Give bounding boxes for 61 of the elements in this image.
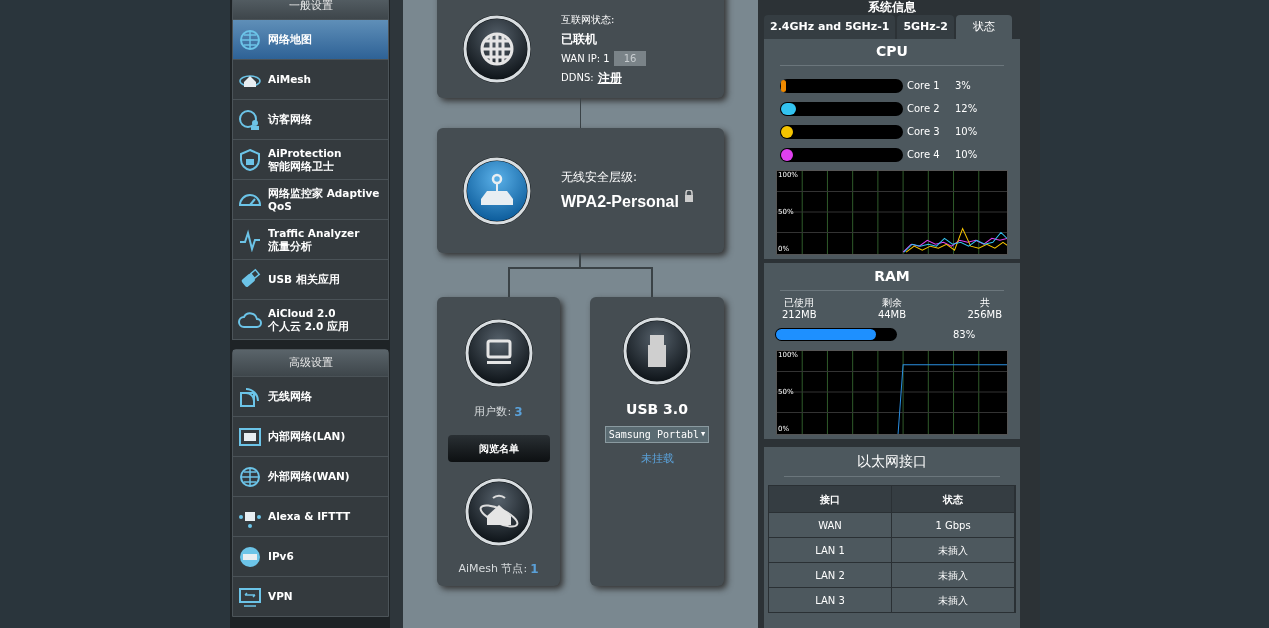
table-cell: LAN 1 [769,538,892,562]
ram-stat-label: 已使用 [784,297,815,309]
core-percent: 10% [955,125,978,139]
ram-stat-label: 剩余 [882,297,902,309]
aimesh-count: 1 [530,561,539,578]
tab[interactable]: 5GHz-2 [897,15,954,39]
security-label: 无线安全层级: [561,168,639,186]
lock-icon [683,189,694,202]
section-title: RAM [780,263,1004,291]
usb-title: USB 3.0 [626,400,688,419]
globe-icon [238,464,262,489]
section-header: 高级设置 [233,350,388,376]
ram-percent: 83% [953,328,976,342]
clients-label: 用户数: [474,403,512,420]
view-list-button[interactable]: 阅览名单 [447,435,550,462]
ram-stat-value: 44MB [877,309,907,321]
section-header: 一般设置 [233,0,388,19]
ipv6-icon [238,544,262,569]
table-cell: 未插入 [892,538,1015,562]
monitor-icon [462,317,535,389]
core-name: Core 1 [907,79,941,93]
column-header: 状态 [892,486,1015,512]
guest-icon [238,107,262,132]
status-value: 已联机 [561,30,598,48]
usb-drive-icon [621,315,693,387]
wan-ip-text: WAN IP: 1 [561,51,610,66]
ram-stat-value: 256MB [967,309,1002,321]
table-cell: 1 Gbps [892,513,1015,537]
section-title: 以太网接口 [784,447,1000,477]
tab[interactable]: 2.4GHz and 5GHz-1 [764,15,896,39]
table-cell: LAN 2 [769,563,892,587]
status-label: 互联网状态: [561,12,616,27]
shield-icon [238,147,262,172]
core-name: Core 3 [907,125,941,139]
usb-status: 未挂载 [640,451,674,467]
router-icon [461,154,533,227]
wan-ip-text: 16 [613,50,647,66]
core-percent: 3% [955,79,971,93]
globe-icon [238,27,262,52]
tab[interactable]: 状态 [955,15,1012,39]
aimesh-label: AiMesh 节点: [458,560,528,577]
core-name: Core 4 [907,148,941,162]
table-cell: WAN [769,513,892,537]
sidebar-item[interactable]: 网络地图 [233,19,388,59]
security-value: WPA2-Personal [561,191,679,212]
house-icon [462,476,535,548]
section-title: CPU [780,39,1004,66]
core-percent: 10% [955,148,978,162]
column-header: 接口 [769,486,892,512]
ddns-link[interactable]: 注册 [597,68,622,87]
ram-stat-value: 212MB [782,309,817,321]
core-percent: 12% [955,102,978,116]
ram-stat-label: 共 [979,297,990,309]
globe-icon [461,13,533,85]
panel-title: 系统信息 [867,0,917,14]
ddns-label: DDNS: [561,71,594,85]
core-name: Core 2 [907,102,941,116]
table-cell: 未插入 [892,588,1015,612]
clients-count: 3 [514,404,523,421]
table-cell: LAN 3 [769,588,892,612]
table-cell: 未插入 [892,563,1015,587]
